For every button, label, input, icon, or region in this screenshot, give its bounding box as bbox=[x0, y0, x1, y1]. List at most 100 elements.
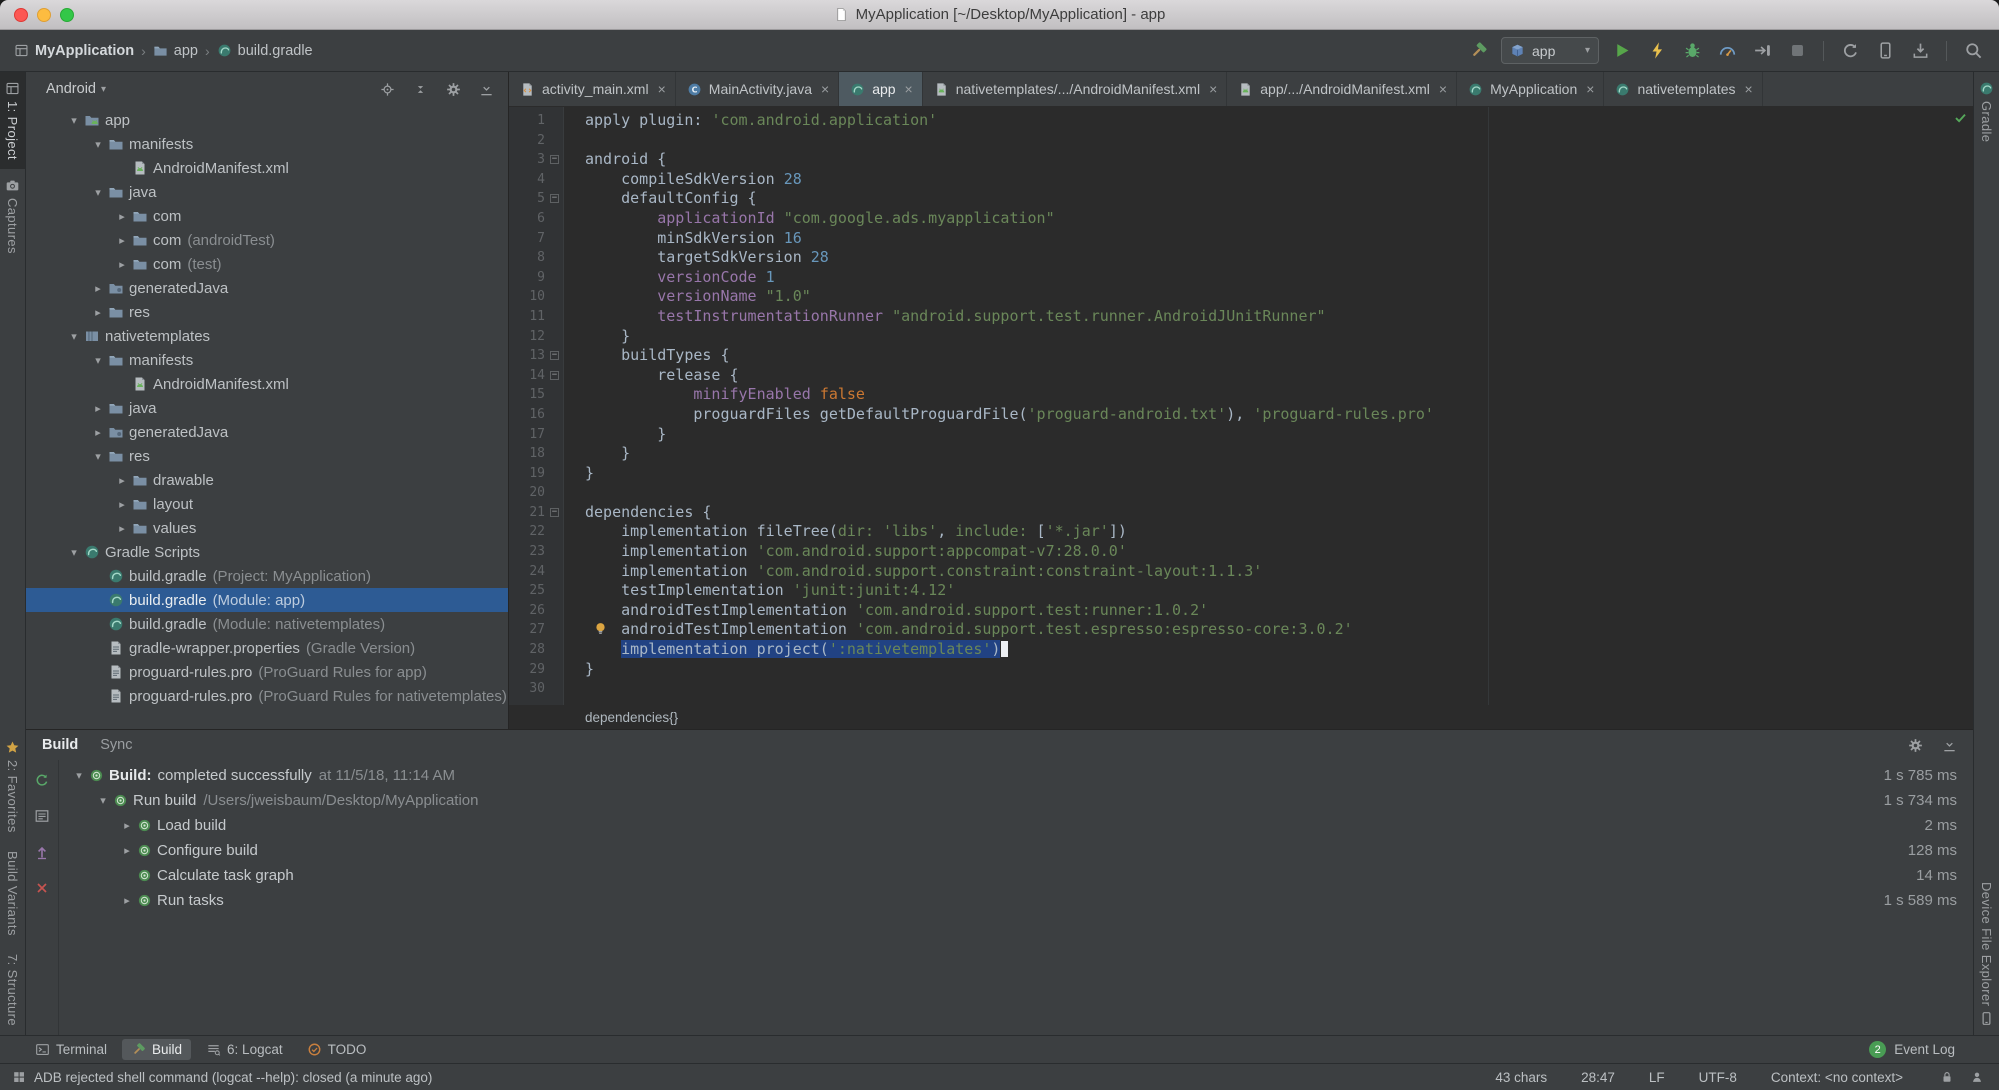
breadcrumb-item[interactable]: app bbox=[153, 43, 198, 59]
tree-item[interactable]: ▸ generatedJava bbox=[26, 420, 508, 444]
tool-button-gradle[interactable]: Gradle bbox=[1974, 72, 1999, 151]
tree-item[interactable]: ▸ drawable bbox=[26, 468, 508, 492]
fold-gutter[interactable]: − bbox=[545, 346, 563, 366]
tree-item[interactable]: ▸ values bbox=[26, 516, 508, 540]
chevron-expanded-icon[interactable]: ▾ bbox=[88, 186, 108, 199]
code-line[interactable]: 1 apply plugin: 'com.android.application' bbox=[509, 111, 1973, 131]
code-line[interactable]: 27 androidTestImplementation 'com.androi… bbox=[509, 620, 1973, 640]
close-icon[interactable]: × bbox=[821, 81, 829, 97]
tree-item[interactable]: gradle-wrapper.properties (Gradle Version… bbox=[26, 636, 508, 660]
editor-tab[interactable]: activity_main.xml × bbox=[509, 72, 676, 106]
tree-item[interactable]: build.gradle (Module: nativetemplates) bbox=[26, 612, 508, 636]
chevron-expanded-icon[interactable]: ▾ bbox=[64, 114, 84, 127]
build-tree-row[interactable]: ▾ Run build/Users/jweisbaum/Desktop/MyApp… bbox=[59, 788, 1973, 813]
editor-tab[interactable]: app × bbox=[839, 72, 923, 106]
tree-item[interactable]: ▸ generatedJava bbox=[26, 276, 508, 300]
todo-button[interactable]: TODO bbox=[298, 1039, 376, 1060]
run-button[interactable] bbox=[1610, 39, 1634, 63]
close-red-icon[interactable] bbox=[30, 876, 54, 900]
sdk-manager-button[interactable] bbox=[1908, 39, 1932, 63]
breadcrumb-item[interactable]: build.gradle bbox=[217, 43, 313, 59]
sync-gradle-button[interactable] bbox=[1838, 39, 1862, 63]
close-icon[interactable]: × bbox=[1439, 81, 1447, 97]
code-line[interactable]: 17 } bbox=[509, 425, 1973, 445]
code-line[interactable]: 30 bbox=[509, 679, 1973, 699]
code-line[interactable]: 2 bbox=[509, 131, 1973, 151]
fold-gutter[interactable]: − bbox=[545, 150, 563, 170]
code-line[interactable]: 15 minifyEnabled false bbox=[509, 385, 1973, 405]
chevron-collapsed-icon[interactable]: ▸ bbox=[117, 819, 137, 832]
editor-tab[interactable]: C MainActivity.java × bbox=[676, 72, 840, 106]
close-icon[interactable]: × bbox=[1209, 81, 1217, 97]
tree-item[interactable]: ▸ com bbox=[26, 204, 508, 228]
code-line[interactable]: 3− android { bbox=[509, 150, 1973, 170]
build-tree-row[interactable]: ▸ Load build 2 ms bbox=[59, 813, 1973, 838]
tree-item[interactable]: ▸ com (androidTest) bbox=[26, 228, 508, 252]
tree-item[interactable]: build.gradle (Module: app) bbox=[26, 588, 508, 612]
hide-icon[interactable] bbox=[476, 79, 496, 99]
locate-icon[interactable] bbox=[377, 79, 397, 99]
minimize-window-button[interactable] bbox=[37, 8, 51, 22]
gear-icon[interactable] bbox=[443, 79, 463, 99]
chevron-collapsed-icon[interactable]: ▸ bbox=[112, 210, 132, 223]
status-item[interactable]: 43 chars bbox=[1495, 1070, 1547, 1085]
editor-breadcrumb[interactable]: dependencies{} bbox=[509, 705, 1973, 729]
project-view-selector[interactable]: Android ▾ bbox=[46, 81, 106, 97]
debug-button[interactable] bbox=[1680, 39, 1704, 63]
tool-button-structure[interactable]: 7: Structure bbox=[0, 945, 25, 1035]
tree-item[interactable]: ▸ com (test) bbox=[26, 252, 508, 276]
avd-manager-button[interactable] bbox=[1873, 39, 1897, 63]
code-line[interactable]: 12 } bbox=[509, 327, 1973, 347]
tree-item[interactable]: ▾ nativetemplates bbox=[26, 324, 508, 348]
breadcrumb-item[interactable]: MyApplication bbox=[14, 43, 134, 59]
code-line[interactable]: 21− dependencies { bbox=[509, 503, 1973, 523]
make-project-button[interactable] bbox=[1466, 39, 1490, 63]
status-item[interactable]: LF bbox=[1649, 1070, 1665, 1085]
tree-item[interactable]: proguard-rules.pro (ProGuard Rules for ap… bbox=[26, 660, 508, 684]
stop-button[interactable] bbox=[1785, 39, 1809, 63]
code-line[interactable]: 13− buildTypes { bbox=[509, 346, 1973, 366]
code-line[interactable]: 24 implementation 'com.android.support.c… bbox=[509, 562, 1973, 582]
close-window-button[interactable] bbox=[14, 8, 28, 22]
attach-debugger-button[interactable] bbox=[1750, 39, 1774, 63]
chevron-expanded-icon[interactable]: ▾ bbox=[88, 138, 108, 151]
chevron-expanded-icon[interactable]: ▾ bbox=[64, 330, 84, 343]
hide-icon[interactable] bbox=[1939, 735, 1959, 755]
chevron-collapsed-icon[interactable]: ▸ bbox=[117, 844, 137, 857]
fold-gutter[interactable]: − bbox=[545, 503, 563, 523]
chevron-collapsed-icon[interactable]: ▸ bbox=[117, 894, 137, 907]
editor-tab[interactable]: nativetemplates × bbox=[1604, 72, 1763, 106]
tree-item[interactable]: ▾ manifests bbox=[26, 348, 508, 372]
build-button[interactable]: Build bbox=[122, 1039, 192, 1060]
tool-window-switcher-icon[interactable] bbox=[12, 1070, 26, 1084]
chevron-expanded-icon[interactable]: ▾ bbox=[64, 546, 84, 559]
inspections-ok-icon[interactable] bbox=[1953, 110, 1968, 129]
tree-item[interactable]: ▾ manifests bbox=[26, 132, 508, 156]
tree-item[interactable]: ▸ layout bbox=[26, 492, 508, 516]
event-log-button[interactable]: 2 Event Log bbox=[1869, 1041, 1983, 1058]
toggle-view-icon[interactable] bbox=[30, 804, 54, 828]
tree-item[interactable]: ▸ java bbox=[26, 396, 508, 420]
zoom-window-button[interactable] bbox=[60, 8, 74, 22]
code-line[interactable]: 8 targetSdkVersion 28 bbox=[509, 248, 1973, 268]
code-line[interactable]: 16 proguardFiles getDefaultProguardFile(… bbox=[509, 405, 1973, 425]
chevron-collapsed-icon[interactable]: ▸ bbox=[88, 282, 108, 295]
tool-button-build-variants[interactable]: Build Variants bbox=[0, 842, 25, 945]
code-line[interactable]: 29} bbox=[509, 660, 1973, 680]
tool-button-favorites[interactable]: 2: Favorites bbox=[0, 731, 25, 842]
build-panel-tab-sync[interactable]: Sync bbox=[100, 737, 132, 753]
tool-button-device-file-explorer[interactable]: Device File Explorer bbox=[1974, 873, 1999, 1035]
tree-item[interactable]: ▾ app bbox=[26, 108, 508, 132]
gear-icon[interactable] bbox=[1905, 735, 1925, 755]
code-line[interactable]: 19} bbox=[509, 464, 1973, 484]
chevron-expanded-icon[interactable]: ▾ bbox=[93, 794, 113, 807]
export-icon[interactable] bbox=[30, 840, 54, 864]
build-panel-tab-build[interactable]: Build bbox=[42, 737, 78, 753]
rerun-icon[interactable] bbox=[30, 768, 54, 792]
profile-button[interactable] bbox=[1715, 39, 1739, 63]
fold-gutter[interactable]: − bbox=[545, 189, 563, 209]
tree-item[interactable]: ▾ res bbox=[26, 444, 508, 468]
chevron-collapsed-icon[interactable]: ▸ bbox=[112, 474, 132, 487]
chevron-expanded-icon[interactable]: ▾ bbox=[88, 450, 108, 463]
chevron-expanded-icon[interactable]: ▾ bbox=[88, 354, 108, 367]
